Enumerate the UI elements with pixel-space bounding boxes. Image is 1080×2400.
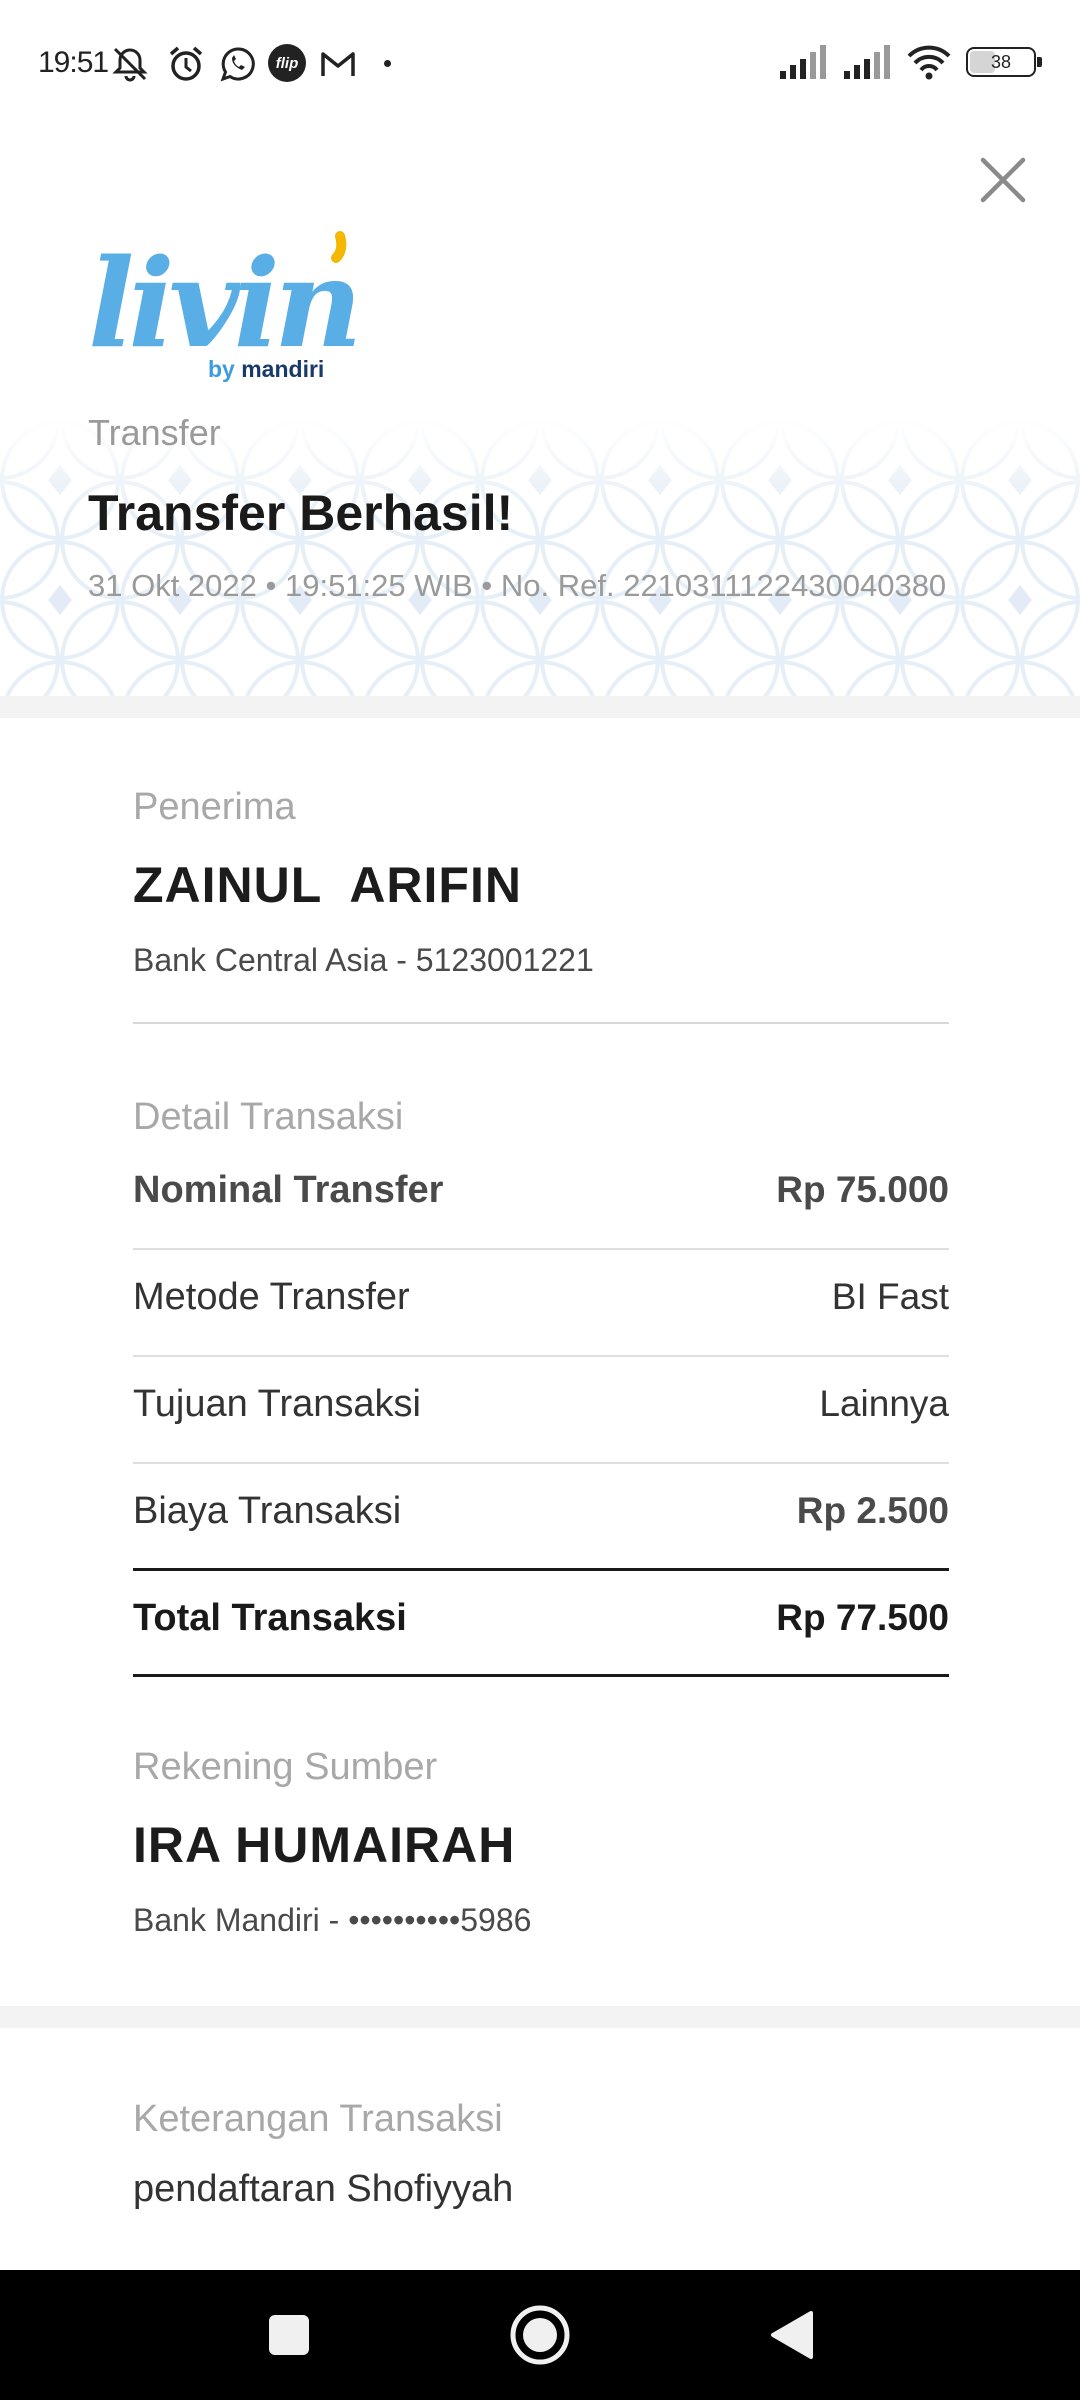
divider bbox=[133, 1248, 949, 1250]
whatsapp-icon bbox=[220, 47, 255, 82]
divider bbox=[133, 1355, 949, 1357]
signal-icon bbox=[780, 45, 826, 79]
row-transaction-fee: Biaya Transaksi Rp 2.500 bbox=[133, 1476, 949, 1546]
logo-wordmark: livin' bbox=[88, 231, 356, 368]
divider bbox=[133, 1462, 949, 1464]
row-value: Rp 77.500 bbox=[776, 1597, 949, 1638]
logo-mark: livin' bbox=[88, 231, 394, 375]
recipient-account: Bank Central Asia - 5123001221 bbox=[133, 942, 594, 978]
back-icon bbox=[771, 2311, 813, 2359]
source-name: IRA HUMAIRAH bbox=[133, 1817, 516, 1873]
row-transfer-method: Metode Transfer BI Fast bbox=[133, 1262, 949, 1332]
section-label: Transfer bbox=[88, 412, 221, 453]
home-button[interactable] bbox=[505, 2300, 575, 2370]
battery-icon: 38 bbox=[966, 47, 1042, 77]
recipient-label: Penerima bbox=[133, 786, 296, 828]
divider bbox=[133, 1674, 949, 1677]
status-bar: 19:51 flip 38 bbox=[0, 0, 1080, 130]
row-value: Lainnya bbox=[819, 1383, 949, 1424]
status-right: 38 bbox=[778, 42, 1042, 82]
page-title: Transfer Berhasil! bbox=[88, 485, 514, 541]
battery-level: 38 bbox=[990, 51, 1012, 72]
note-label: Keterangan Transaksi bbox=[133, 2098, 503, 2140]
close-icon[interactable] bbox=[975, 152, 1031, 208]
dot-icon bbox=[384, 60, 391, 67]
row-label: Tujuan Transaksi bbox=[133, 1382, 421, 1425]
recents-button[interactable] bbox=[254, 2300, 324, 2370]
source-label: Rekening Sumber bbox=[133, 1746, 438, 1788]
gmail-icon bbox=[321, 52, 355, 76]
row-nominal-transfer: Nominal Transfer Rp 75.000 bbox=[133, 1155, 949, 1225]
recents-icon bbox=[269, 2315, 309, 2355]
logo-tagline: by mandiri bbox=[208, 356, 325, 382]
header-pattern bbox=[0, 420, 1080, 700]
status-time: 19:51 bbox=[38, 46, 109, 79]
divider bbox=[133, 1022, 949, 1024]
section-separator bbox=[0, 696, 1080, 718]
home-icon bbox=[510, 2305, 570, 2365]
row-label: Nominal Transfer bbox=[133, 1168, 444, 1211]
details-label: Detail Transaksi bbox=[133, 1096, 404, 1138]
row-total: Total Transaksi Rp 77.500 bbox=[133, 1583, 949, 1653]
row-value: Rp 2.500 bbox=[796, 1490, 949, 1531]
section-separator bbox=[0, 2006, 1080, 2028]
mute-icon bbox=[112, 47, 148, 82]
row-transaction-purpose: Tujuan Transaksi Lainnya bbox=[133, 1369, 949, 1439]
alarm-icon bbox=[169, 46, 203, 81]
back-button[interactable] bbox=[756, 2300, 826, 2370]
row-value: BI Fast bbox=[831, 1276, 949, 1317]
row-value: Rp 75.000 bbox=[776, 1169, 949, 1210]
signal-icon bbox=[844, 45, 890, 79]
navigation-bar bbox=[0, 2270, 1080, 2400]
row-label: Metode Transfer bbox=[133, 1275, 410, 1318]
flip-icon: flip bbox=[268, 44, 306, 82]
recipient-name: ZAINUL ARIFIN bbox=[133, 857, 522, 913]
source-account: Bank Mandiri - ••••••••••5986 bbox=[133, 1902, 532, 1938]
row-label: Total Transaksi bbox=[133, 1596, 407, 1639]
transaction-meta: 31 Okt 2022 • 19:51:25 WIB • No. Ref. 22… bbox=[88, 568, 947, 603]
divider bbox=[133, 1568, 949, 1571]
wifi-icon bbox=[907, 45, 951, 80]
row-label: Biaya Transaksi bbox=[133, 1489, 402, 1532]
note-text: pendaftaran Shofiyyah bbox=[133, 2168, 514, 2210]
